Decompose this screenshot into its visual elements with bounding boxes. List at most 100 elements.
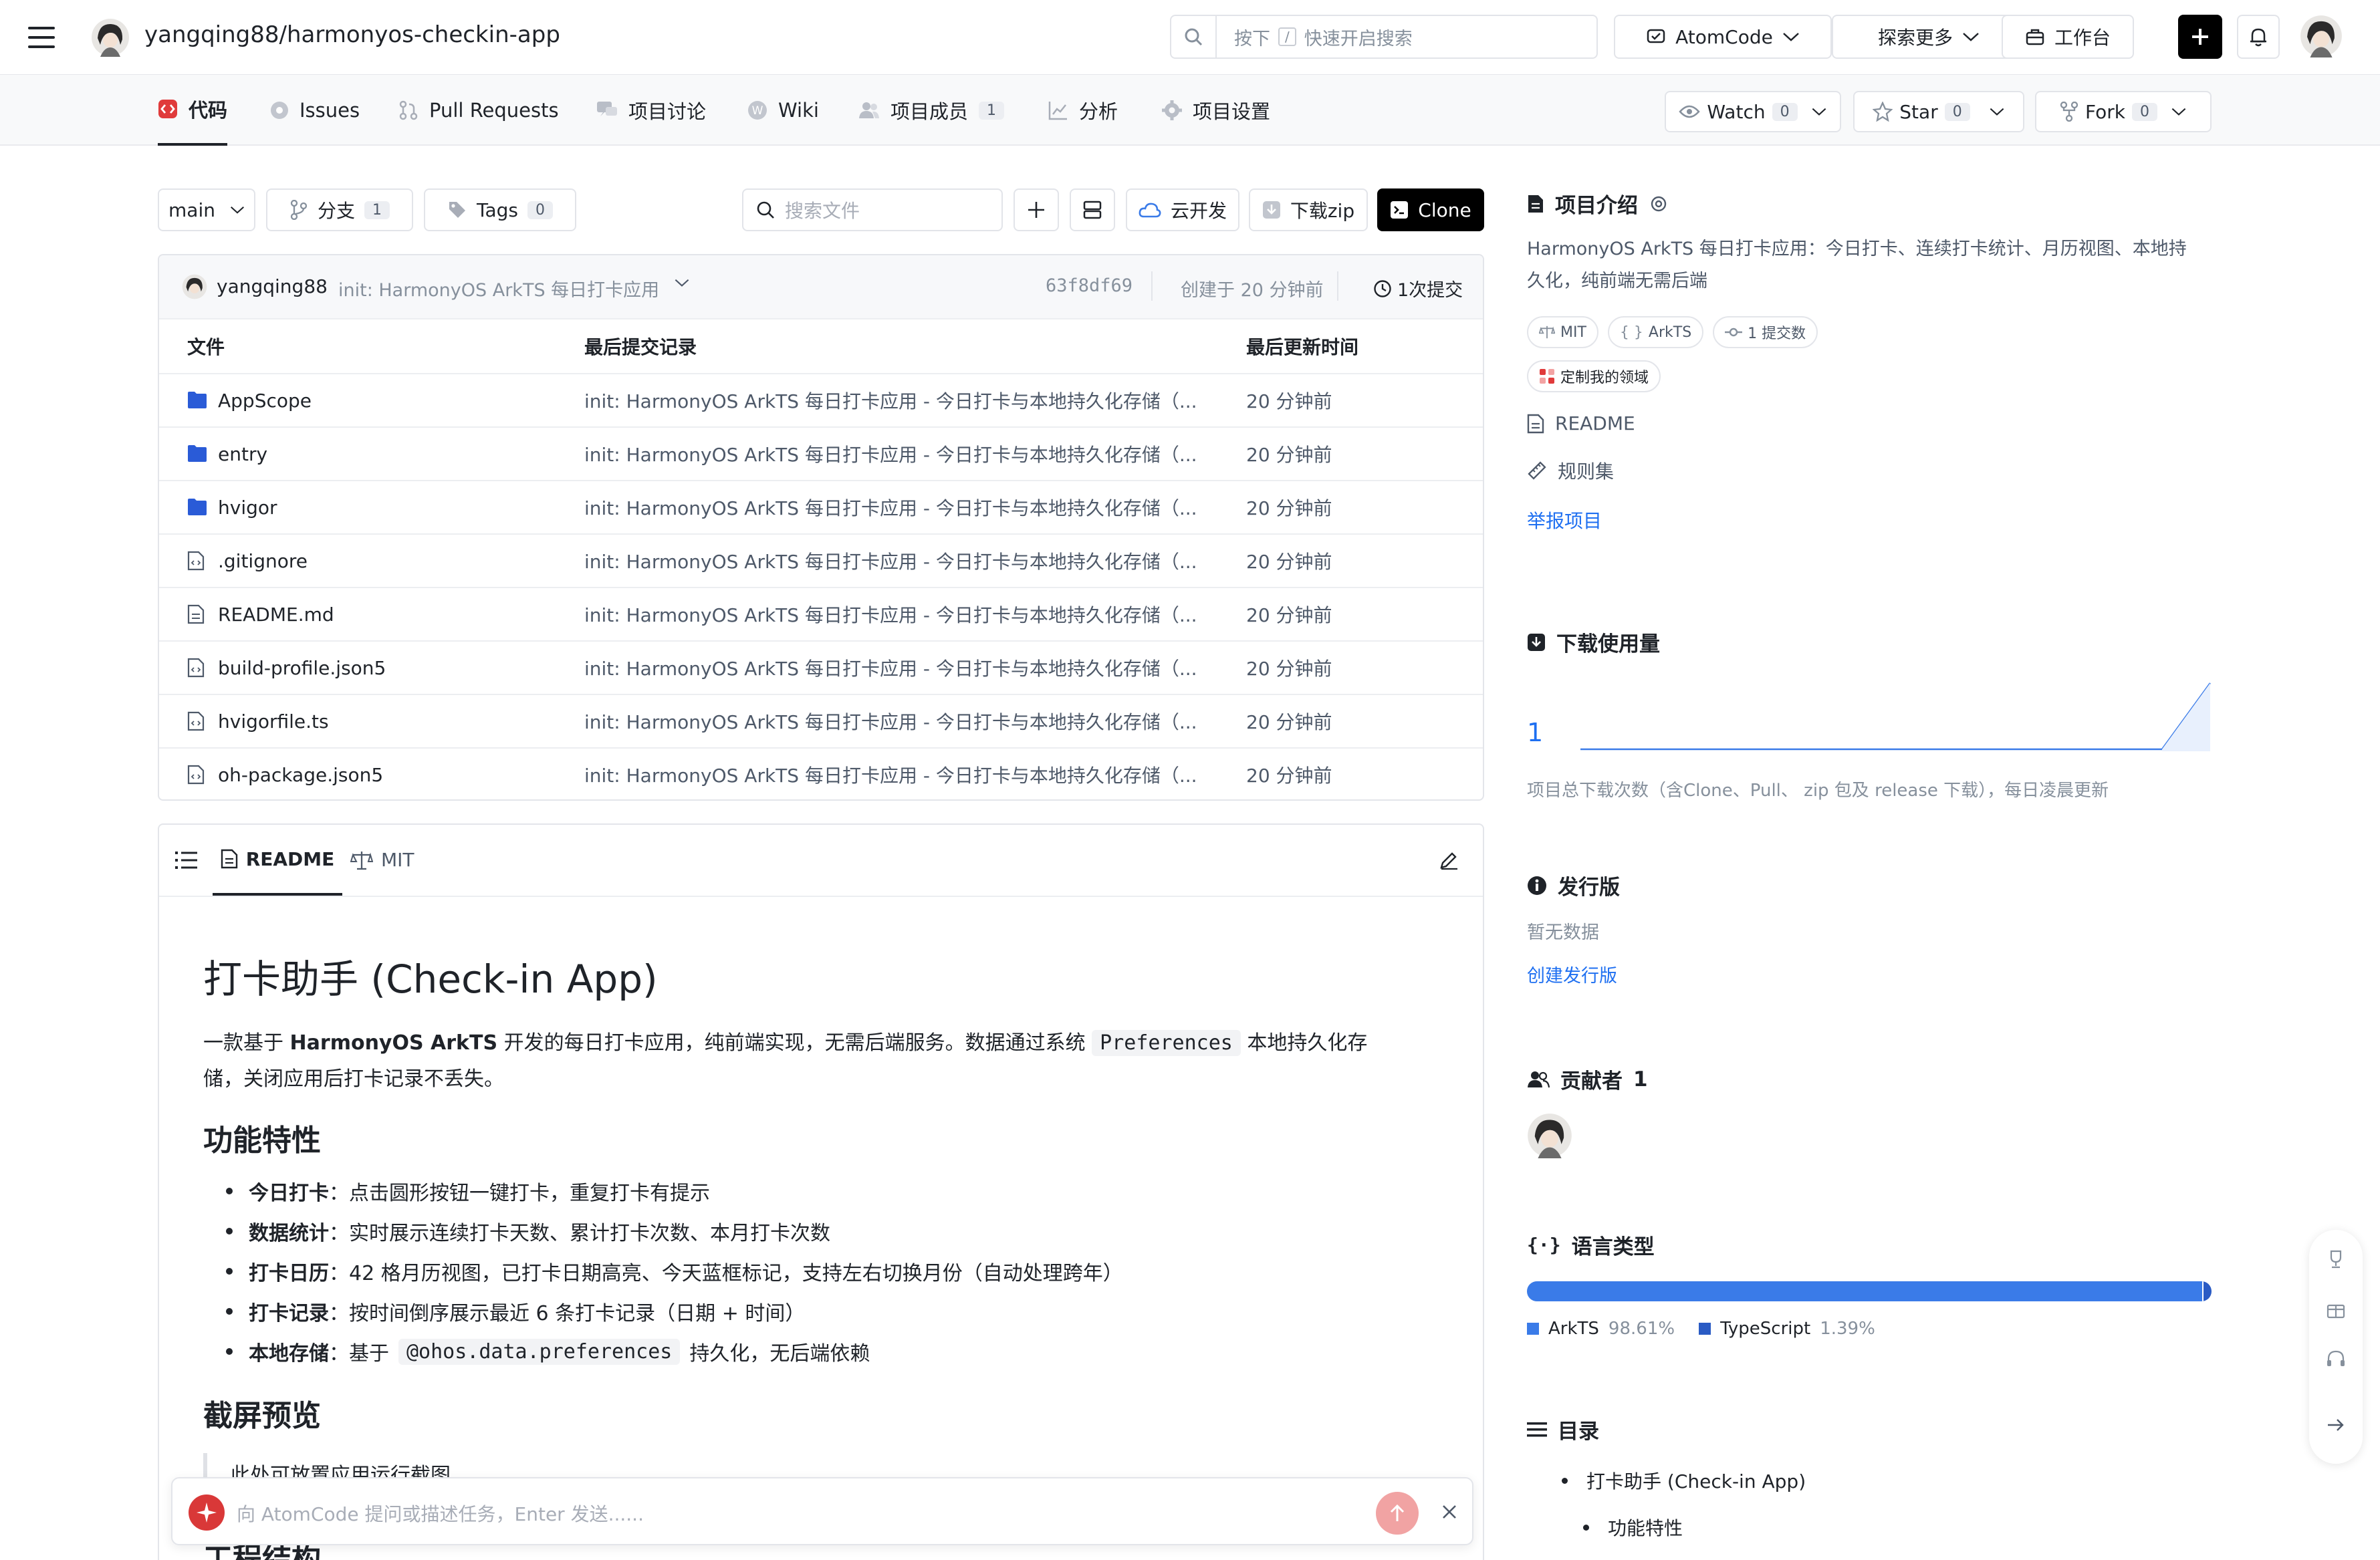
file-name[interactable]: .gitignore [218, 550, 308, 572]
tab-members[interactable]: 项目成员 1 [858, 75, 1005, 146]
gear-icon[interactable] [1649, 194, 1669, 214]
web-ide-button[interactable] [1070, 188, 1115, 231]
file-commit-message[interactable]: init: HarmonyOS ArkTS 每日打卡应用 - 今日打卡与本地持久… [584, 547, 1353, 574]
add-file-button[interactable] [1014, 188, 1059, 231]
send-button[interactable] [1376, 1492, 1419, 1535]
tab-discussions-label: 项目讨论 [628, 100, 707, 123]
tab-analytics[interactable]: 分析 [1048, 75, 1118, 146]
download-zip-button[interactable]: 下载zip [1249, 188, 1368, 231]
assistant-input[interactable]: 向 AtomCode 提问或描述任务，Enter 发送...... [237, 1500, 644, 1527]
tags-button[interactable]: Tags 0 [424, 188, 576, 231]
commit-author-avatar[interactable] [182, 274, 207, 299]
create-new-button[interactable] [2178, 15, 2222, 59]
table-row[interactable]: hvigorfile.ts init: HarmonyOS ArkTS 每日打卡应… [159, 694, 1483, 747]
toc-heading-label: 目录 [1558, 1420, 1599, 1444]
file-name[interactable]: entry [218, 443, 267, 465]
outline-icon[interactable] [175, 850, 198, 870]
branches-count: 1 [364, 201, 390, 219]
file-commit-message[interactable]: init: HarmonyOS ArkTS 每日打卡应用 - 今日打卡与本地持久… [584, 654, 1353, 681]
explore-more-dropdown[interactable]: 探索更多 [1832, 15, 2026, 59]
intro-text: 开发的每日打卡应用，纯前端实现，无需后端服务。数据通过系统 [503, 1031, 1086, 1055]
branch-selector[interactable]: main [158, 188, 255, 231]
tab-pull-requests[interactable]: Pull Requests [398, 75, 559, 146]
tab-settings[interactable]: 项目设置 [1162, 75, 1270, 146]
customize-domain-button[interactable]: 定制我的领域 [1527, 360, 1661, 392]
feature-item: 打卡记录 ：按时间倒序展示最近 6 条打卡记录（日期 + 时间） [203, 1291, 1447, 1331]
file-commit-message[interactable]: init: HarmonyOS ArkTS 每日打卡应用 - 今日打卡与本地持久… [584, 761, 1353, 788]
close-icon[interactable] [1440, 1503, 1459, 1521]
sidebar-downloads: 下载使用量 1 项目总下载次数（含Clone、Pull、 zip 包及 rele… [1527, 627, 2212, 801]
table-row[interactable]: entry init: HarmonyOS ArkTS 每日打卡应用 - 今日打卡… [159, 426, 1483, 480]
trophy-icon[interactable] [2325, 1249, 2347, 1270]
pull-request-icon [398, 100, 419, 120]
atomcode-dropdown[interactable]: AtomCode [1614, 15, 1832, 59]
table-row[interactable]: hvigor init: HarmonyOS ArkTS 每日打卡应用 - 今日打… [159, 480, 1483, 533]
chevron-down-icon [1962, 31, 1980, 42]
table-row[interactable]: build-profile.json5 init: HarmonyOS ArkTS… [159, 640, 1483, 694]
file-name[interactable]: oh-package.json5 [218, 764, 383, 786]
commit-hash[interactable]: 63f8df69 [1046, 275, 1133, 296]
file-search-input[interactable]: 搜索文件 [742, 188, 1003, 231]
edit-icon[interactable] [1439, 850, 1459, 870]
scale-icon [350, 850, 373, 870]
user-avatar[interactable] [2300, 15, 2343, 57]
notifications-button[interactable] [2237, 15, 2280, 59]
report-project-link[interactable]: 举报项目 [1527, 507, 2212, 533]
gift-icon[interactable] [2325, 1298, 2347, 1319]
tab-code[interactable]: 代码 [158, 75, 228, 146]
repo-tabs-bar: 代码 Issues Pull Requests 项目讨论 W Wiki 项目成员… [0, 75, 2380, 146]
scale-icon [1539, 325, 1555, 340]
rules-link[interactable]: 规则集 [1527, 457, 2212, 484]
global-search[interactable]: 按下 / 快速开启搜索 [1170, 15, 1598, 59]
tab-wiki-label: Wiki [778, 99, 819, 122]
file-commit-message[interactable]: init: HarmonyOS ArkTS 每日打卡应用 - 今日打卡与本地持久… [584, 601, 1353, 628]
file-name[interactable]: AppScope [218, 390, 312, 412]
headset-icon[interactable] [2325, 1349, 2347, 1370]
tab-wiki[interactable]: W Wiki [747, 75, 819, 146]
cloud-dev-button[interactable]: 云开发 [1126, 188, 1239, 231]
file-name[interactable]: build-profile.json5 [218, 657, 386, 679]
tab-discussions[interactable]: 项目讨论 [596, 75, 706, 146]
contributor-avatar[interactable] [1527, 1113, 2212, 1158]
chevron-down-icon[interactable] [674, 278, 690, 287]
star-button[interactable]: Star 0 [1853, 91, 2024, 132]
fork-button[interactable]: Fork 0 [2035, 91, 2212, 132]
workbench-button[interactable]: 工作台 [2002, 15, 2134, 59]
commit-message[interactable]: init: HarmonyOS ArkTS 每日打卡应用 [338, 275, 659, 301]
watch-button[interactable]: Watch 0 [1665, 91, 1841, 132]
menu-icon[interactable] [28, 25, 57, 49]
table-row[interactable]: AppScope init: HarmonyOS ArkTS 每日打卡应用 - 今… [159, 373, 1483, 426]
file-commit-message[interactable]: init: HarmonyOS ArkTS 每日打卡应用 - 今日打卡与本地持久… [584, 708, 1353, 735]
clone-button[interactable]: Clone [1377, 188, 1484, 231]
file-commit-message[interactable]: init: HarmonyOS ArkTS 每日打卡应用 - 今日打卡与本地持久… [584, 440, 1353, 467]
commit-author[interactable]: yangqing88 [217, 275, 328, 297]
file-commit-message[interactable]: init: HarmonyOS ArkTS 每日打卡应用 - 今日打卡与本地持久… [584, 387, 1353, 414]
tab-license[interactable]: MIT [350, 849, 414, 871]
repo-path[interactable]: yangqing88/harmonyos-checkin-app [144, 21, 560, 48]
atomcode-icon [1646, 27, 1666, 47]
tag-commits[interactable]: 1 提交数 [1713, 316, 1818, 348]
arrow-right-icon[interactable] [2325, 1414, 2347, 1436]
tag-language[interactable]: { } ArkTS [1607, 316, 1704, 348]
feature-desc: ：按时间倒序展示最近 6 条打卡记录（日期 + 时间） [329, 1302, 806, 1325]
file-commit-message[interactable]: init: HarmonyOS ArkTS 每日打卡应用 - 今日打卡与本地持久… [584, 494, 1353, 521]
file-name[interactable]: hvigor [218, 497, 277, 519]
file-name[interactable]: README.md [218, 604, 334, 626]
toc-item[interactable]: 打卡助手 (Check-in App) [1527, 1467, 2212, 1494]
table-row[interactable]: .gitignore init: HarmonyOS ArkTS 每日打卡应用 -… [159, 533, 1483, 587]
braces-icon: { } [1619, 323, 1643, 341]
file-name[interactable]: hvigorfile.ts [218, 710, 329, 733]
repo-owner-avatar[interactable] [91, 18, 130, 57]
toc-item[interactable]: 功能特性 [1527, 1514, 2212, 1541]
commit-count-link[interactable]: 1次提交 [1373, 275, 1463, 301]
table-row[interactable]: README.md init: HarmonyOS ArkTS 每日打卡应用 - … [159, 587, 1483, 640]
download-box-icon [1527, 633, 1546, 652]
readme-link[interactable]: README [1527, 412, 2212, 434]
branches-button[interactable]: 分支 1 [266, 188, 413, 231]
tag-license[interactable]: MIT [1527, 316, 1598, 348]
create-release-link[interactable]: 创建发行版 [1527, 961, 2212, 987]
table-row[interactable]: oh-package.json5 init: HarmonyOS ArkTS 每日… [159, 747, 1483, 799]
tab-issues[interactable]: Issues [270, 75, 360, 146]
cloud-icon [1139, 201, 1161, 219]
tab-readme[interactable]: README [213, 825, 342, 896]
